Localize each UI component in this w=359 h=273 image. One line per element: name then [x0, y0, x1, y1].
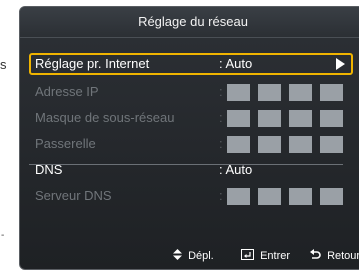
background-mark: -	[1, 230, 5, 241]
settings-list: Réglage pr. Internet : Auto Adresse IP :…	[29, 53, 353, 209]
ip-octet-field	[320, 84, 343, 101]
setting-label: Serveur DNS	[35, 188, 112, 203]
subnet-octet-field	[289, 110, 312, 127]
screen: s - Réglage du réseau Réglage pr. Intern…	[0, 0, 359, 273]
setting-separator: :	[219, 136, 223, 151]
ip-octet-field	[227, 84, 250, 101]
hint-enter: Entrer	[241, 249, 290, 262]
setting-row-subnet-mask: Masque de sous-réseau :	[29, 105, 353, 131]
updown-arrows-icon	[173, 249, 182, 260]
gateway-octet-field	[258, 136, 281, 153]
gateway-octet-field	[320, 136, 343, 153]
dialog-title-bar: Réglage du réseau	[20, 7, 359, 38]
gateway-fields	[227, 136, 351, 153]
dns-octet-field	[258, 188, 281, 205]
setting-separator: :	[219, 84, 223, 99]
return-arrow-icon	[310, 249, 321, 259]
setting-row-gateway: Passerelle :	[29, 131, 353, 157]
setting-value: : Auto	[219, 56, 253, 71]
setting-label: Masque de sous-réseau	[35, 110, 175, 125]
arrow-right-icon[interactable]	[336, 58, 345, 70]
setting-row-dns-mode[interactable]: DNS : Auto	[29, 157, 353, 183]
network-settings-dialog: Réglage du réseau Réglage pr. Internet :…	[19, 6, 359, 270]
setting-label: Réglage pr. Internet	[35, 56, 150, 71]
setting-label: Passerelle	[35, 136, 96, 151]
hint-move: Dépl.	[173, 249, 214, 262]
setting-separator: :	[219, 188, 223, 203]
dns-server-fields	[227, 188, 351, 205]
hint-return: Retour	[310, 249, 359, 262]
setting-value: : Auto	[219, 162, 253, 177]
setting-row-internet-config[interactable]: Réglage pr. Internet : Auto	[29, 53, 353, 75]
ip-fields	[227, 84, 351, 101]
gateway-octet-field	[289, 136, 312, 153]
dns-octet-field	[289, 188, 312, 205]
dns-octet-field	[227, 188, 250, 205]
background-text-fragment: s	[0, 57, 7, 72]
ip-octet-field	[289, 84, 312, 101]
gateway-octet-field	[227, 136, 250, 153]
setting-row-ip-address: Adresse IP :	[29, 79, 353, 105]
setting-separator: :	[219, 110, 223, 125]
dialog-title: Réglage du réseau	[138, 14, 248, 29]
hint-move-label: Dépl.	[188, 250, 214, 262]
subnet-octet-field	[227, 110, 250, 127]
hint-enter-label: Entrer	[260, 250, 291, 262]
enter-key-icon	[241, 249, 254, 260]
subnet-fields	[227, 110, 351, 127]
setting-label: DNS	[35, 162, 63, 177]
subnet-octet-field	[320, 110, 343, 127]
setting-label: Adresse IP	[35, 84, 99, 99]
section-divider	[29, 164, 343, 165]
ip-octet-field	[258, 84, 281, 101]
dns-octet-field	[320, 188, 343, 205]
subnet-octet-field	[258, 110, 281, 127]
setting-row-dns-server: Serveur DNS :	[29, 183, 353, 209]
hint-return-label: Retour	[327, 250, 359, 262]
button-hints-bar: Dépl. Entrer Retour	[20, 241, 359, 269]
